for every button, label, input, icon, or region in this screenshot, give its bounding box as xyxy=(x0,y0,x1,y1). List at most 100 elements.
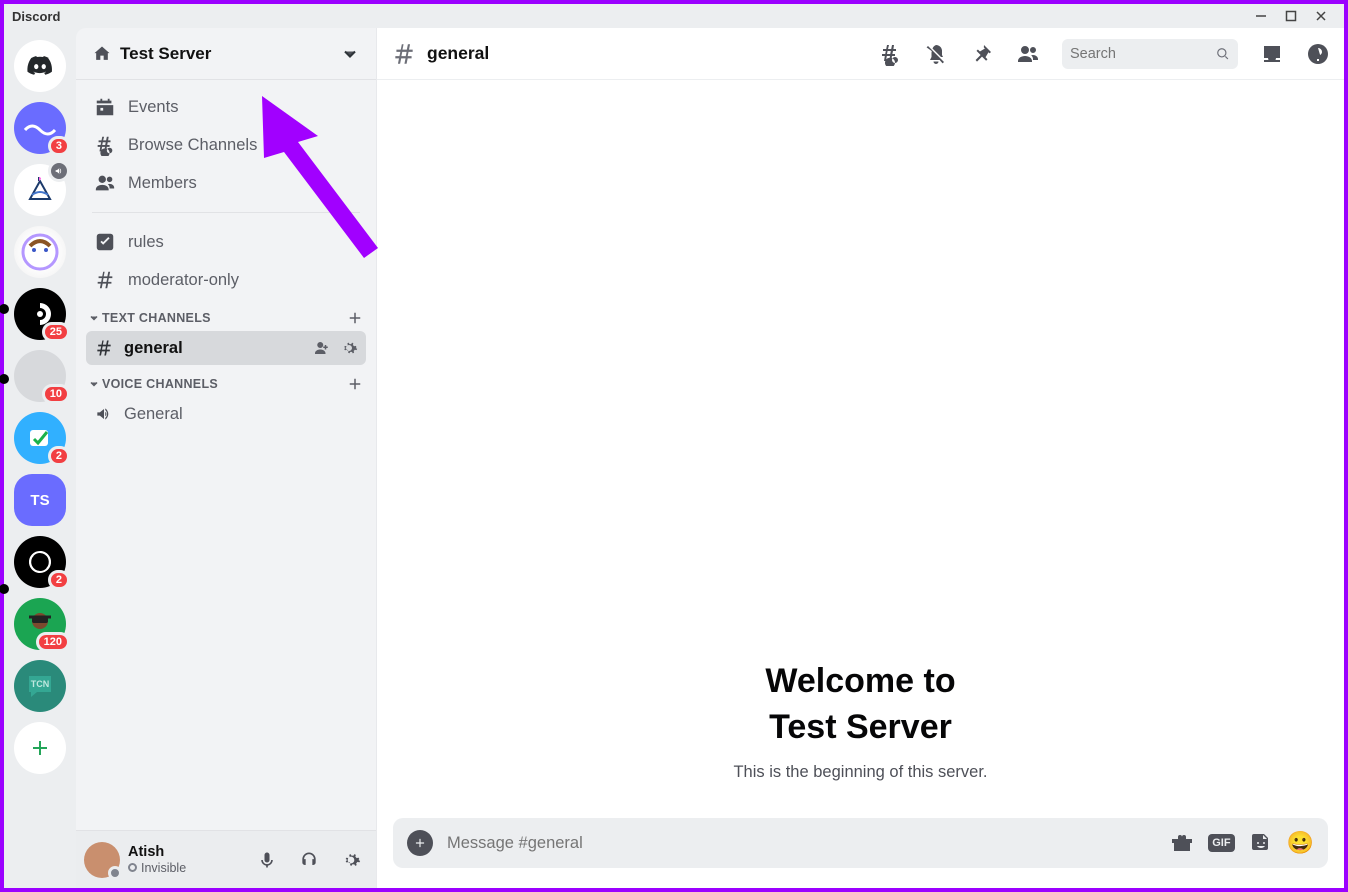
channel-topbar: general xyxy=(377,28,1344,80)
search-icon xyxy=(1216,46,1230,62)
unread-indicator xyxy=(0,304,9,314)
browse-icon xyxy=(94,134,116,156)
hash-icon xyxy=(391,41,417,67)
threads-button[interactable] xyxy=(878,42,902,66)
home-dm-button[interactable] xyxy=(14,40,66,92)
server-item[interactable]: 120 xyxy=(14,598,66,650)
label: Events xyxy=(128,98,178,117)
collapse-arrow-icon xyxy=(88,378,100,390)
notification-settings-button[interactable] xyxy=(924,42,948,66)
category-voice-channels[interactable]: VOICE CHANNELS xyxy=(86,365,366,397)
sidebar-events[interactable]: Events xyxy=(86,88,366,126)
rules-icon xyxy=(94,231,116,253)
inbox-button[interactable] xyxy=(1260,42,1284,66)
server-item[interactable]: 25 xyxy=(14,288,66,340)
sidebar-browse-channels[interactable]: Browse Channels xyxy=(86,126,366,164)
server-item[interactable]: TCN xyxy=(14,660,66,712)
server-item[interactable] xyxy=(14,164,66,216)
label: General xyxy=(124,405,183,424)
deafen-button[interactable] xyxy=(292,843,326,877)
voice-channel-general[interactable]: General xyxy=(86,397,366,431)
category-label: TEXT CHANNELS xyxy=(102,311,211,325)
unread-indicator xyxy=(0,374,9,384)
add-channel-button[interactable] xyxy=(346,375,364,393)
label: Members xyxy=(128,174,197,193)
welcome-sub: This is the beginning of this server. xyxy=(393,763,1328,782)
community-icon xyxy=(92,44,112,64)
chevron-down-icon xyxy=(340,44,360,64)
app-title: Discord xyxy=(12,9,60,24)
help-button[interactable] xyxy=(1306,42,1330,66)
gif-button[interactable]: GIF xyxy=(1208,834,1234,852)
status-label: Invisible xyxy=(141,861,186,875)
window-maximize-button[interactable] xyxy=(1276,4,1306,28)
attach-button[interactable] xyxy=(407,830,433,856)
message-composer[interactable]: GIF 😀 xyxy=(393,818,1328,868)
channel-settings-icon[interactable] xyxy=(340,339,358,357)
welcome-block: Welcome to Test Server This is the begin… xyxy=(393,659,1328,782)
server-name: Test Server xyxy=(120,44,332,64)
search-input[interactable] xyxy=(1070,46,1210,62)
category-label: VOICE CHANNELS xyxy=(102,377,218,391)
window-close-button[interactable] xyxy=(1306,4,1336,28)
main-area: general Welcome to xyxy=(376,28,1344,888)
emoji-button[interactable]: 😀 xyxy=(1287,830,1314,856)
calendar-icon xyxy=(94,96,116,118)
label: Browse Channels xyxy=(128,136,257,155)
sticker-button[interactable] xyxy=(1249,831,1273,855)
message-area: Welcome to Test Server This is the begin… xyxy=(377,80,1344,818)
pinned-messages-button[interactable] xyxy=(970,42,994,66)
server-item[interactable]: 10 xyxy=(14,350,66,402)
username: Atish xyxy=(128,844,242,861)
channel-general[interactable]: general xyxy=(86,331,366,365)
server-header-dropdown[interactable]: Test Server xyxy=(76,28,376,80)
unread-badge: 120 xyxy=(36,632,70,652)
channel-moderator-only[interactable]: moderator-only xyxy=(86,261,366,299)
members-icon xyxy=(94,172,116,194)
channel-title: general xyxy=(427,43,868,64)
server-item[interactable] xyxy=(14,226,66,278)
hash-icon xyxy=(94,269,116,291)
label: rules xyxy=(128,233,164,252)
server-item-current[interactable]: TS xyxy=(14,474,66,526)
unread-badge: 2 xyxy=(48,446,70,466)
user-panel: Atish Invisible xyxy=(76,830,376,888)
server-item[interactable]: 3 xyxy=(14,102,66,154)
invite-icon[interactable] xyxy=(312,339,330,357)
add-channel-button[interactable] xyxy=(346,309,364,327)
label: moderator-only xyxy=(128,271,239,290)
unread-badge: 25 xyxy=(42,322,70,342)
message-input[interactable] xyxy=(447,834,1156,853)
server-item[interactable]: 2 xyxy=(14,412,66,464)
label: general xyxy=(124,339,183,358)
svg-text:TCN: TCN xyxy=(31,679,50,689)
unread-badge: 2 xyxy=(48,570,70,590)
voice-activity-icon xyxy=(48,160,70,182)
collapse-arrow-icon xyxy=(88,312,100,324)
server-item[interactable]: 2 xyxy=(14,536,66,588)
hash-icon xyxy=(94,338,114,358)
server-initials: TS xyxy=(30,492,49,509)
welcome-line1: Welcome to xyxy=(765,662,955,700)
channel-sidebar: Test Server Events Browse Channels Membe… xyxy=(76,28,376,888)
user-meta[interactable]: Atish Invisible xyxy=(128,844,242,875)
unread-badge: 10 xyxy=(42,384,70,404)
search-box[interactable] xyxy=(1062,39,1238,69)
channel-rules[interactable]: rules xyxy=(86,223,366,261)
add-server-button[interactable] xyxy=(14,722,66,774)
server-list: 3 25 10 2 TS xyxy=(4,28,76,888)
welcome-line2: Test Server xyxy=(769,708,952,746)
speaker-icon xyxy=(94,404,114,424)
category-text-channels[interactable]: TEXT CHANNELS xyxy=(86,299,366,331)
gift-button[interactable] xyxy=(1170,831,1194,855)
user-avatar[interactable] xyxy=(84,842,120,878)
member-list-button[interactable] xyxy=(1016,42,1040,66)
user-settings-button[interactable] xyxy=(334,843,368,877)
mute-mic-button[interactable] xyxy=(250,843,284,877)
status-icon xyxy=(128,863,137,872)
unread-badge: 3 xyxy=(48,136,70,156)
sidebar-members[interactable]: Members xyxy=(86,164,366,202)
status-indicator-invisible xyxy=(108,866,122,880)
unread-indicator xyxy=(0,584,9,594)
window-minimize-button[interactable] xyxy=(1246,4,1276,28)
